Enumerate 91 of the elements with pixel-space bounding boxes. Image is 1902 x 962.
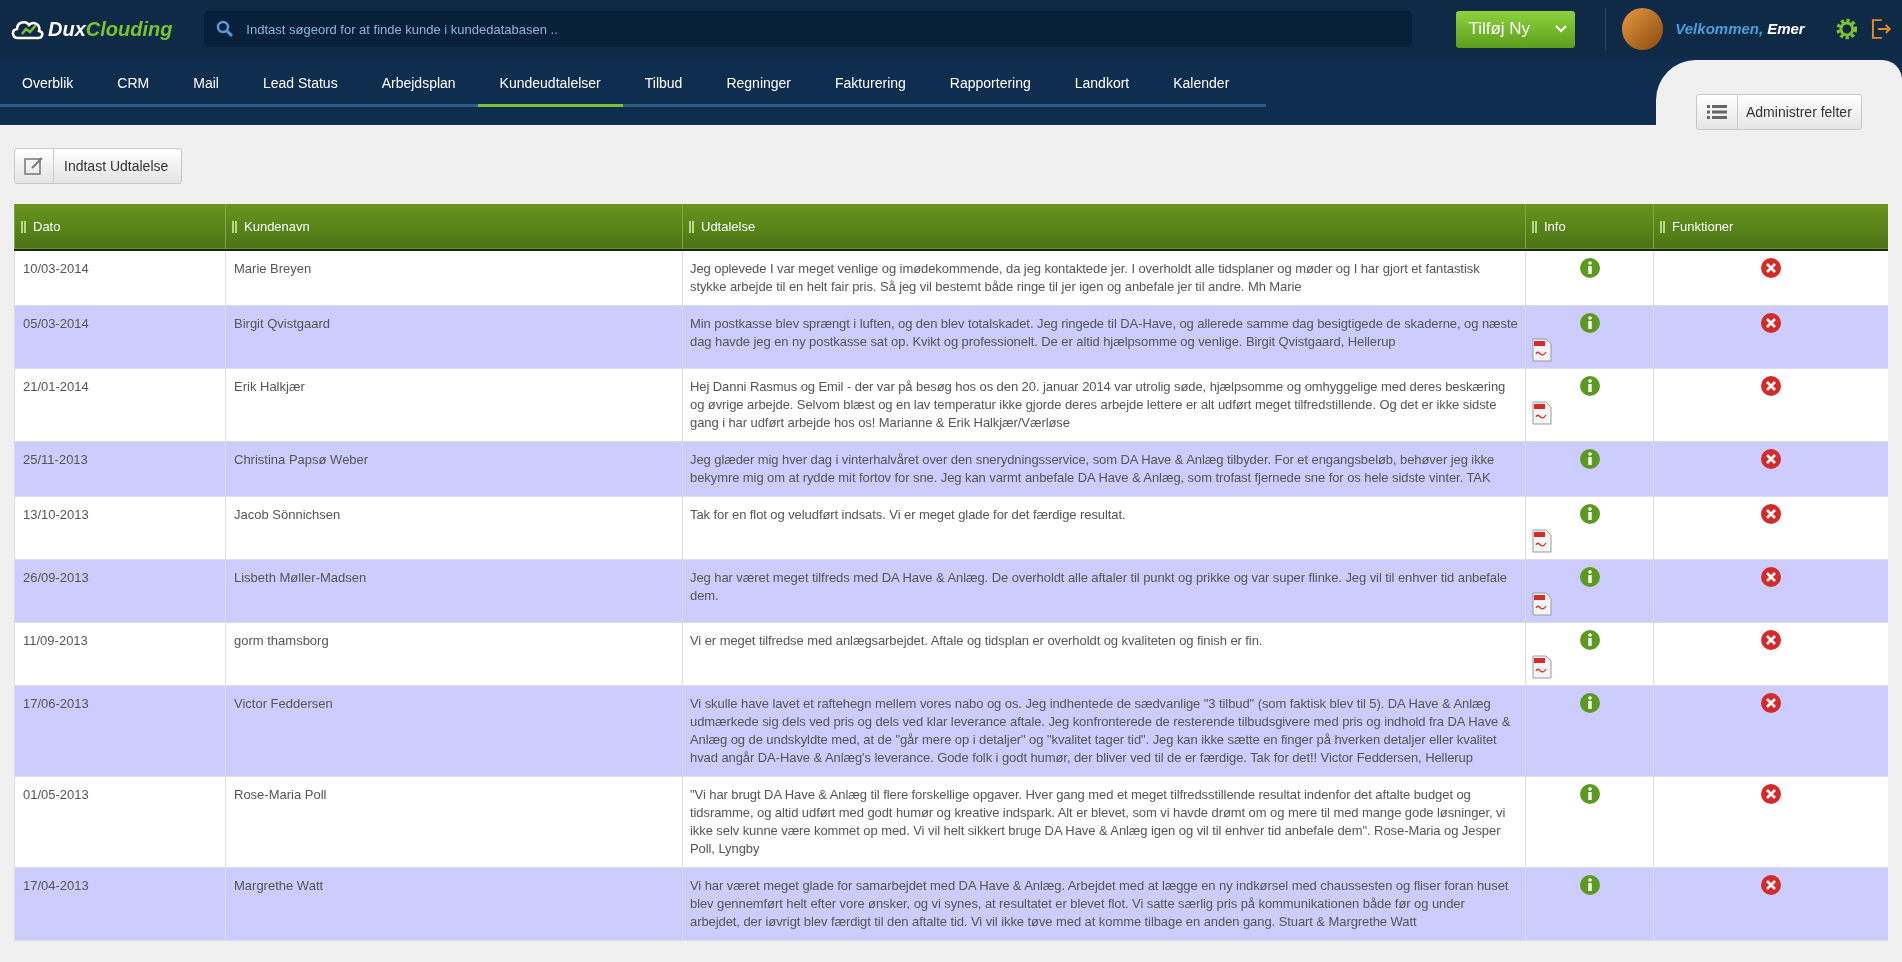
table-cell: 11/09-2013 (14, 622, 226, 686)
delete-icon[interactable] (1759, 566, 1782, 588)
table-cell: Birgit Qvistgaard (225, 305, 683, 369)
nav-tab[interactable]: Kundeudtalelser (477, 70, 623, 107)
resize-handle-icon[interactable] (232, 221, 237, 234)
table-cell: 17/06-2013 (14, 685, 226, 777)
resize-handle-icon[interactable] (1532, 221, 1537, 234)
info-icon[interactable] (1578, 629, 1601, 651)
pdf-file-icon[interactable] (1532, 655, 1552, 679)
column-header: Kundenavn (244, 218, 310, 234)
column-header: Dato (33, 218, 61, 234)
column-header: Info (1544, 218, 1566, 234)
column-header: Udtalelse (701, 218, 756, 234)
search-field[interactable]: Indtast søgeord for at finde kunde i kundedatabasen .. (204, 11, 1413, 47)
table-cell: Victor Feddersen (225, 685, 683, 777)
nav-tab[interactable]: Mail (171, 70, 241, 104)
table-cell: gorm thamsborg (225, 622, 683, 686)
delete-icon[interactable] (1759, 448, 1782, 470)
delete-icon[interactable] (1759, 503, 1782, 525)
delete-icon[interactable] (1759, 375, 1782, 397)
table-cell: 17/04-2013 (14, 867, 226, 941)
pdf-file-icon[interactable] (1532, 592, 1552, 616)
info-icon[interactable] (1578, 783, 1601, 805)
table-cell: Jeg oplevede I var meget venlige og imødekommende, da jeg kontaktede jer. I overholdt alle tidsplaner og møder og I har gjort et fantastisk stykke arbejde til en helt fair pris. Så jeg vil bestemt både ringe til jer igen og anbefale jer til andre. Mh Marie (682, 250, 1526, 306)
nav-tab[interactable]: Regninger (704, 70, 813, 104)
logout-icon[interactable] (1870, 18, 1892, 40)
list-icon (1707, 104, 1727, 120)
user-name: Emer (1767, 18, 1805, 39)
table-cell: Tak for en flot og veludført indsats. Vi er meget glade for det færdige resultat. (682, 496, 1526, 560)
delete-icon[interactable] (1759, 692, 1782, 714)
table-cell: 21/01-2014 (14, 368, 226, 442)
table-cell: 10/03-2014 (14, 250, 226, 306)
resize-handle-icon[interactable] (21, 221, 26, 234)
info-icon[interactable] (1578, 448, 1601, 470)
table-cell: 25/11-2013 (14, 441, 226, 497)
nav-tab[interactable]: CRM (95, 70, 172, 104)
table-cell: Hej Danni Rasmus og Emil - der var på besøg hos os den 20. januar 2014 var utrolig søde, hjælpsomme og omhyggelige med deres beskæring og øvrige arbejde. Selvom blæst og en lav temperatur ikke gjorde deres arbejde lettere er alt udført meget tilfredstillende. Og det er ikke sidste gang i har udført arbejde hos os! Marianne & Erik Halkjær/Værløse (682, 368, 1526, 442)
table-cell: Erik Halkjær (225, 368, 683, 442)
nav-tab[interactable]: Overblik (0, 70, 96, 104)
pdf-file-icon[interactable] (1532, 529, 1552, 553)
table-cell: Jeg har været meget tilfreds med DA Have & Anlæg. De overholdt alle aftaler til punkt og prikke og var super flinke. Jeg vil til enhver tid anbefale dem. (682, 559, 1526, 623)
logo-text: Dux (48, 17, 86, 42)
nav-tab[interactable]: Rapportering (927, 70, 1053, 104)
info-icon[interactable] (1578, 566, 1601, 588)
nav-tab[interactable]: Landkort (1052, 70, 1152, 104)
edit-icon (24, 156, 44, 176)
table-cell: Vi er meget tilfredse med anlægsarbejdet. Aftale og tidsplan er overholdt og kvaliteten og finish er fin. (682, 622, 1526, 686)
table-cell: 26/09-2013 (14, 559, 226, 623)
pdf-file-icon[interactable] (1532, 338, 1552, 362)
info-icon[interactable] (1578, 692, 1601, 714)
table-cell: Min postkasse blev sprængt i luften, og den blev totalskadet. Jeg ringede til DA-Have, og allerede samme dag besigtigede de skaderne, og næste dag havde jeg en ny postkasse sat op. Kvikt og professionelt. De er altid hjælpsomme og venlige. Birgit Qvistgaard, Hellerup (682, 305, 1526, 369)
caret-icon (1554, 25, 1567, 33)
table-cell: Marie Breyen (225, 250, 683, 306)
table-cell: Jacob Sönnichsen (225, 496, 683, 560)
table-cell: Jeg glæder mig hver dag i vinterhalvåret over den snerydningsservice, som DA Have & Anlæg tilbyder. For et engangsbeløb, behøver jeg ikke bekymre mig om at rydde mit fortov for sne. Jeg kan varmt anbefale DA Have & Anlæg, som trofast fjernede sne for os hele sidste vinter. TAK (682, 441, 1526, 497)
settings-icon[interactable] (1834, 17, 1859, 41)
table-cell: Rose-Maria Poll (225, 776, 683, 868)
nav-tab[interactable]: Lead Status (240, 70, 360, 104)
table-cell: Lisbeth Møller-Madsen (225, 559, 683, 623)
search-icon (216, 20, 235, 38)
table-cell: Vi skulle have lavet et raftehegn mellem vores nabo og os. Jeg indhentede de sædvanlige "3 tilbud" (som faktisk blev til 5). DA Have & Anlæg udmærkede sig dels ved pris og dels ved klar leverance aftale. Jeg konfronterede de resterende tilbudsgivere med pris og indhold fra DA Have & Anlæg og de undskyldte med, at de "går mere op i detaljer" og "kvalitet tager tid". Jeg kan ikke sætte en finger på hverken detaljer eller kvalitet hvad angår DA-Have & Anlæg's leverance. Gode folk i godt humør, der bliver ved til de er færdige. Tak for det!! Victor Feddersen, Hellerup (682, 685, 1526, 777)
nav-tab[interactable]: Fakturering (813, 70, 928, 104)
pdf-file-icon[interactable] (1532, 401, 1552, 425)
manage-fields-button[interactable]: Administrer felter (1696, 94, 1862, 130)
info-icon[interactable] (1578, 503, 1601, 525)
delete-icon[interactable] (1759, 257, 1782, 279)
new-statement-button[interactable]: Indtast Udtalelse (14, 148, 182, 184)
nav-tab[interactable]: Kalender (1151, 70, 1252, 104)
logo-text: Clouding (85, 17, 173, 42)
table-cell: 01/05-2013 (14, 776, 226, 868)
info-icon[interactable] (1578, 874, 1601, 896)
resize-handle-icon[interactable] (689, 221, 694, 234)
table-cell: 05/03-2014 (14, 305, 226, 369)
table-cell: "Vi har brugt DA Have & Anlæg til flere forskellige opgaver. Hver gang med et meget tilfredsstillende resultat indenfor det aftalte budget og tidsramme, og altid udført med godt humør og kreative indspark. Alt er blevet, som vi havde drømt om og mere til med mange gode løsninger, vi ikke selv kunne være kommet op med. Vi vil helt sikkert bruge DA Have & Anlæg igen og vil til enhver tid anbefale dem". Rose-Maria og Jesper Poll, Lyngby (682, 776, 1526, 868)
resize-handle-icon[interactable] (1660, 221, 1665, 234)
column-header: Funktioner (1672, 218, 1734, 234)
nav-tab[interactable]: Arbejdsplan (359, 70, 478, 104)
delete-icon[interactable] (1759, 312, 1782, 334)
nav-tab[interactable]: Tilbud (622, 70, 705, 104)
table-cell: 13/10-2013 (14, 496, 226, 560)
delete-icon[interactable] (1759, 629, 1782, 651)
table-cell: Margrethe Watt (225, 867, 683, 941)
user-avatar[interactable] (1621, 8, 1664, 50)
delete-icon[interactable] (1759, 783, 1782, 805)
info-icon[interactable] (1578, 257, 1601, 279)
greeting-text: Velkommen, (1675, 18, 1764, 39)
info-icon[interactable] (1578, 375, 1601, 397)
delete-icon[interactable] (1759, 874, 1782, 896)
table-cell: Christina Papsø Weber (225, 441, 683, 497)
info-icon[interactable] (1578, 312, 1601, 334)
table-cell: Vi har været meget glade for samarbejdet med DA Have & Anlæg. Arbejdet med at lægge en ny indkørsel med chaussesten og fliser foran huset blev gennemført helt efter vore ønsker, og vi synes, at resultatet er blevet flot. Vi satte særlig pris på kommunikationen både før og under arbejdet, der iøvrigt blev færdigt til den aftalte tid. Vi vil ikke tøve med at komme tilbage en anden gang. Stuart & Margrethe Watt (682, 867, 1526, 941)
